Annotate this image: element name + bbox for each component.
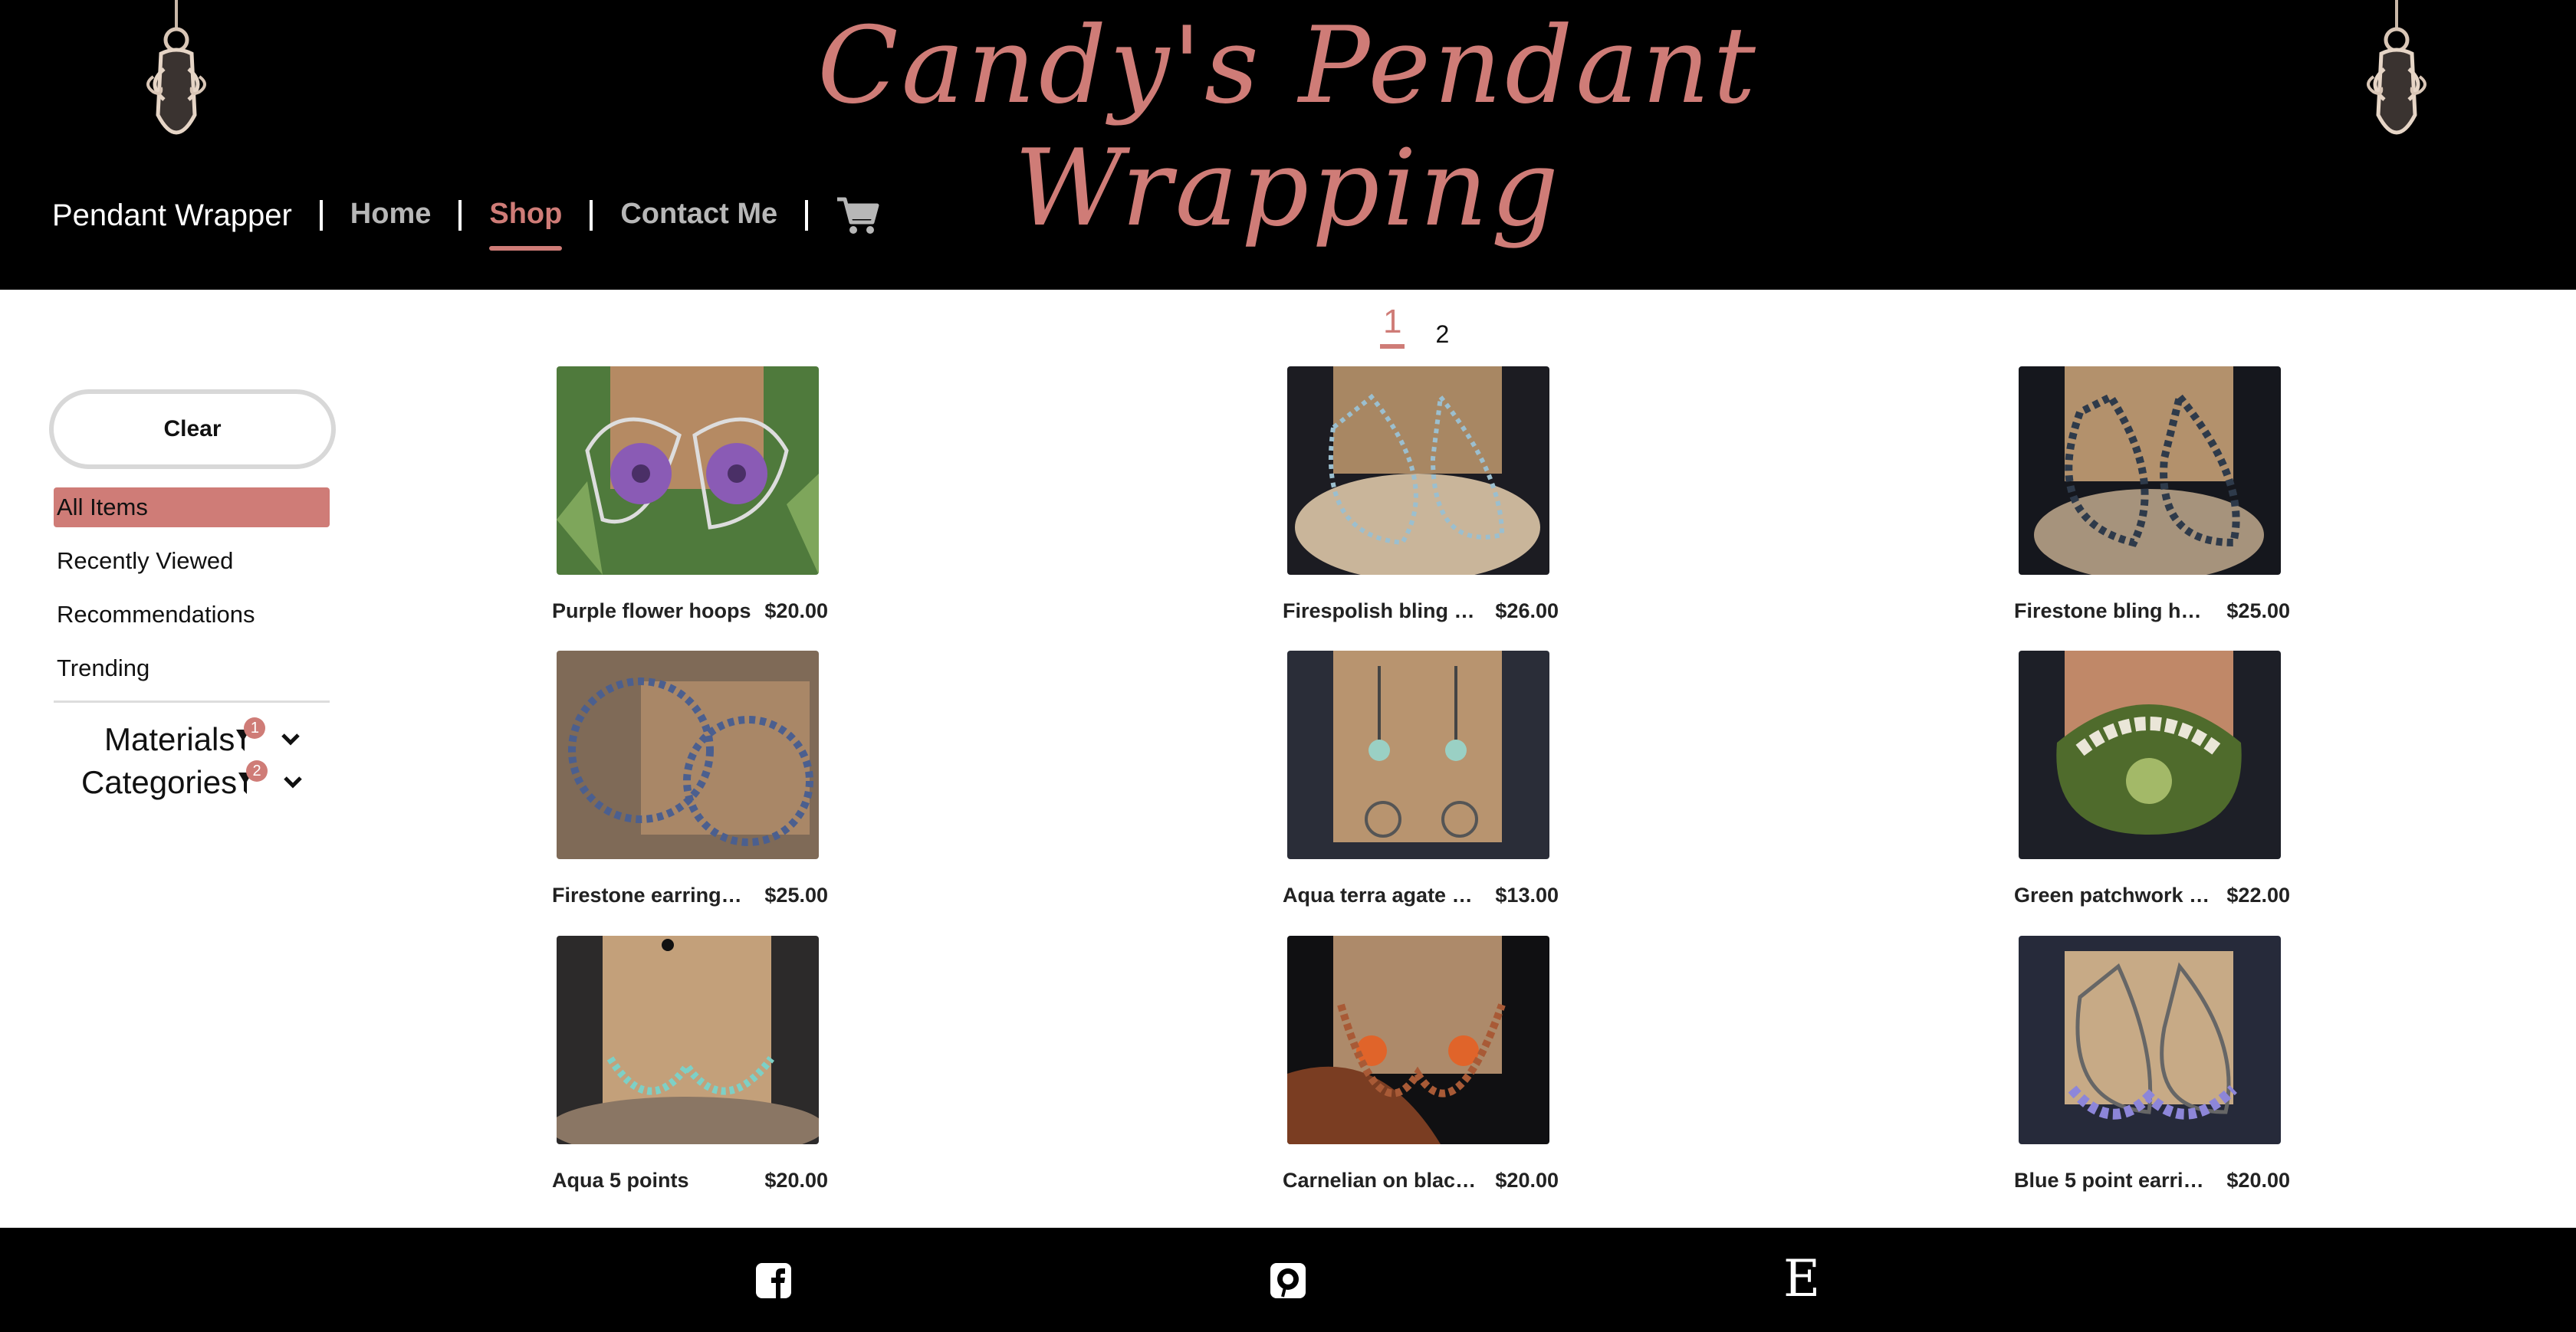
nav-separator	[458, 200, 462, 231]
product-name[interactable]: Firespolish bling h...	[1283, 599, 1482, 623]
product-image[interactable]	[2019, 936, 2281, 1144]
product-image[interactable]	[2019, 651, 2281, 859]
nav-contact-link[interactable]: Contact Me	[620, 198, 777, 234]
filter-badge: 2	[238, 760, 268, 796]
product-price: $25.00	[2226, 599, 2290, 622]
nav-separator	[805, 200, 809, 231]
product-image[interactable]	[557, 651, 819, 859]
sidebar-item-recently-viewed[interactable]: Recently Viewed	[54, 541, 330, 581]
sidebar-item-trending[interactable]: Trending	[54, 648, 330, 688]
product-name[interactable]: Purple flower hoops	[552, 599, 751, 623]
site-title: Candy's Pendant Wrapping	[817, 4, 1759, 250]
materials-filter[interactable]: Materials 1	[104, 717, 301, 759]
product-name[interactable]: Green patchwork ear...	[2014, 884, 2213, 907]
product-price: $26.00	[1495, 599, 1559, 622]
clear-filters-button[interactable]: Clear	[49, 389, 336, 469]
product-price: $25.00	[764, 884, 828, 907]
product-price: $22.00	[2226, 884, 2290, 907]
product-price: $13.00	[1495, 884, 1559, 907]
sidebar-list: All Items Recently Viewed Recommendation…	[54, 487, 330, 702]
sidebar-item-all-items[interactable]: All Items	[54, 487, 330, 527]
product-image[interactable]	[1287, 936, 1549, 1144]
product-image[interactable]	[1287, 366, 1549, 575]
filter-count-badge: 2	[246, 760, 268, 782]
nav-home-link[interactable]: Home	[350, 198, 432, 234]
product-name[interactable]: Aqua terra agate ea...	[1283, 884, 1482, 907]
categories-filter[interactable]: Categories 2	[81, 760, 303, 802]
sidebar-divider	[54, 700, 330, 703]
product-price: $20.00	[764, 599, 828, 622]
main-nav: Pendant Wrapper Home Shop Contact Me	[52, 181, 880, 251]
nav-shop-link[interactable]: Shop	[489, 198, 562, 251]
page-2-link[interactable]: 2	[1435, 320, 1449, 349]
page-1-link[interactable]: 1	[1380, 303, 1405, 349]
pinterest-icon[interactable]	[1269, 1261, 1307, 1300]
product-name[interactable]: Blue 5 point earrings	[2014, 1169, 2213, 1193]
product-name[interactable]: Carnelian on black ...	[1283, 1169, 1482, 1193]
product-price: $20.00	[1495, 1169, 1559, 1192]
nav-separator	[319, 200, 323, 231]
pendant-icon	[2367, 0, 2426, 135]
etsy-icon[interactable]: E	[1783, 1252, 1820, 1306]
filter-badge: 1	[236, 717, 266, 753]
product-name[interactable]: Firestone bling hoo...	[2014, 599, 2213, 623]
site-footer: E	[0, 1228, 2576, 1332]
product-price: $20.00	[764, 1169, 828, 1192]
product-image[interactable]	[557, 936, 819, 1144]
nav-brand-link[interactable]: Pendant Wrapper	[52, 198, 292, 233]
filter-count-badge: 1	[244, 717, 266, 739]
filter-label: Materials	[104, 721, 235, 757]
product-image[interactable]	[2019, 366, 2281, 575]
nav-separator	[590, 200, 593, 231]
chevron-down-icon[interactable]	[283, 776, 303, 789]
facebook-icon[interactable]	[754, 1261, 793, 1300]
product-name[interactable]: Firestone earrings ...	[552, 884, 751, 907]
chevron-down-icon[interactable]	[281, 733, 301, 746]
shopping-cart-icon[interactable]	[836, 195, 880, 236]
filter-label: Categories	[81, 764, 238, 800]
sidebar-item-recommendations[interactable]: Recommendations	[54, 595, 330, 635]
site-header: Candy's Pendant Wrapping Pendant Wrapper…	[0, 0, 2576, 290]
pendant-icon	[146, 0, 206, 135]
product-name[interactable]: Aqua 5 points	[552, 1169, 751, 1193]
product-image[interactable]	[1287, 651, 1549, 859]
product-image[interactable]	[557, 366, 819, 575]
product-price: $20.00	[2226, 1169, 2290, 1192]
pagination: 1 2	[1380, 303, 1449, 349]
